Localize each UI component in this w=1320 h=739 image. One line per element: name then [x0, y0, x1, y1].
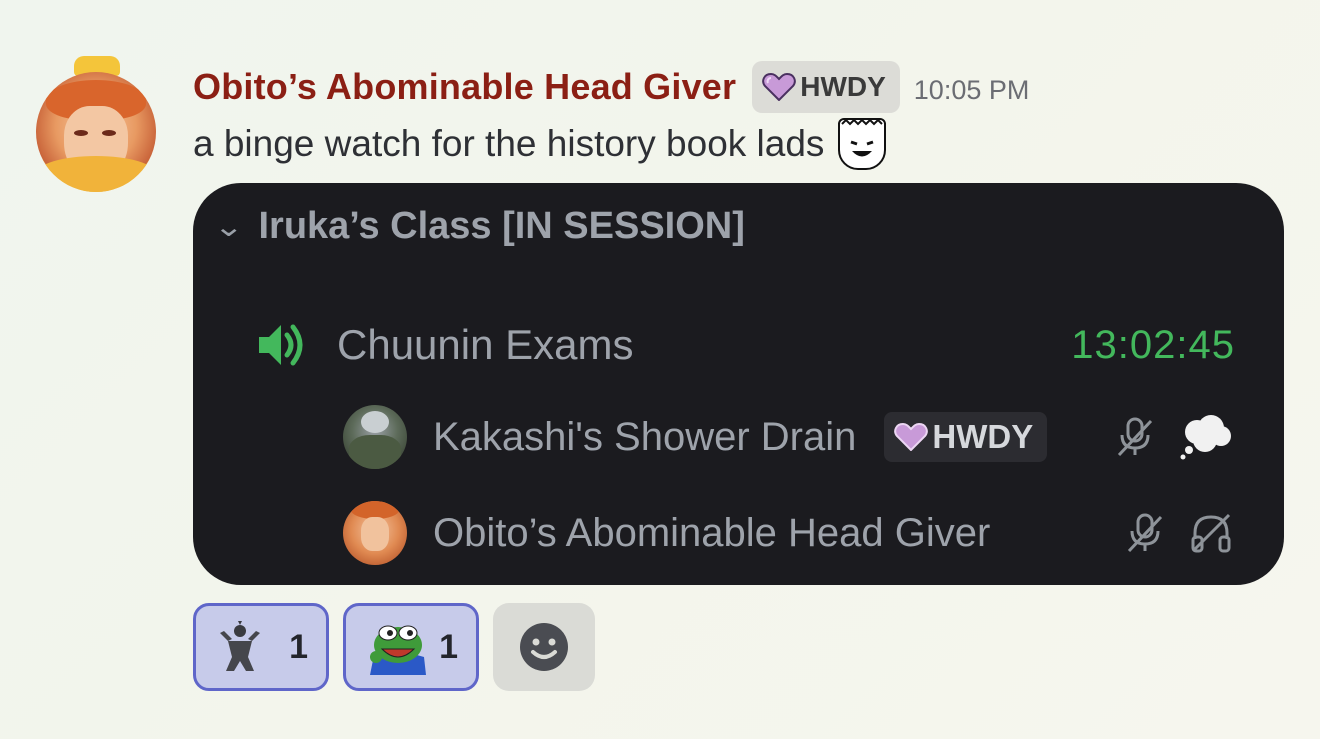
author-name[interactable]: Obito’s Abominable Head Giver — [193, 66, 736, 108]
voice-member-row[interactable]: Obito’s Abominable Head Giver — [343, 501, 1233, 565]
heart-icon — [762, 73, 796, 101]
voice-channel-name: Chuunin Exams — [337, 321, 634, 368]
thought-bubble-icon — [1180, 415, 1231, 460]
guild-tag-label: HWDY — [800, 71, 886, 102]
muted-mic-icon — [1127, 513, 1163, 553]
message-header: Obito’s Abominable Head Giver HWDY 10:05… — [193, 61, 1030, 113]
member-avatar[interactable] — [343, 405, 407, 469]
guild-tag[interactable]: HWDY — [752, 61, 900, 113]
reactions-bar: 1 1 — [193, 603, 595, 691]
member-guild-tag[interactable]: HWDY — [884, 412, 1048, 462]
member-name: Kakashi's Shower Drain — [433, 414, 857, 459]
heart-icon — [894, 423, 929, 451]
member-guild-tag-label: HWDY — [932, 418, 1034, 455]
pepe-frog-emoji — [370, 625, 426, 675]
warrior-statue-emoji — [220, 621, 260, 671]
reaction-count: 1 — [289, 627, 308, 666]
author-avatar[interactable] — [30, 56, 164, 202]
voice-channel-embed[interactable]: ⌄ Iruka’s Class [IN SESSION] Chuunin Exa… — [193, 183, 1284, 585]
timestamp[interactable]: 10:05 PM — [914, 75, 1030, 106]
add-reaction-button[interactable] — [493, 603, 595, 691]
reaction-button[interactable]: 1 — [193, 603, 329, 691]
voice-channel-row[interactable]: Chuunin Exams 13:02:45 — [257, 315, 1235, 375]
member-avatar[interactable] — [343, 501, 407, 565]
member-name: Obito’s Abominable Head Giver — [433, 510, 991, 555]
reaction-button[interactable]: 1 — [343, 603, 479, 691]
voice-elapsed-time: 13:02:45 — [1071, 322, 1235, 367]
deafened-headphones-icon — [1191, 513, 1231, 553]
reaction-count: 1 — [439, 627, 458, 666]
chevron-down-icon[interactable]: ⌄ — [213, 210, 244, 243]
speaker-icon — [259, 324, 303, 366]
add-reaction-icon — [520, 623, 568, 671]
category-name: Iruka’s Class [IN SESSION] — [258, 205, 745, 247]
smirking-face-emoji[interactable] — [838, 118, 887, 170]
muted-mic-icon — [1117, 417, 1153, 457]
message-content: a binge watch for the history book lads — [193, 118, 887, 170]
message-text: a binge watch for the history book lads — [193, 123, 825, 164]
voice-member-row[interactable]: Kakashi's Shower Drain HWDY — [343, 405, 1233, 469]
category-header[interactable]: ⌄ Iruka’s Class [IN SESSION] — [213, 205, 745, 248]
